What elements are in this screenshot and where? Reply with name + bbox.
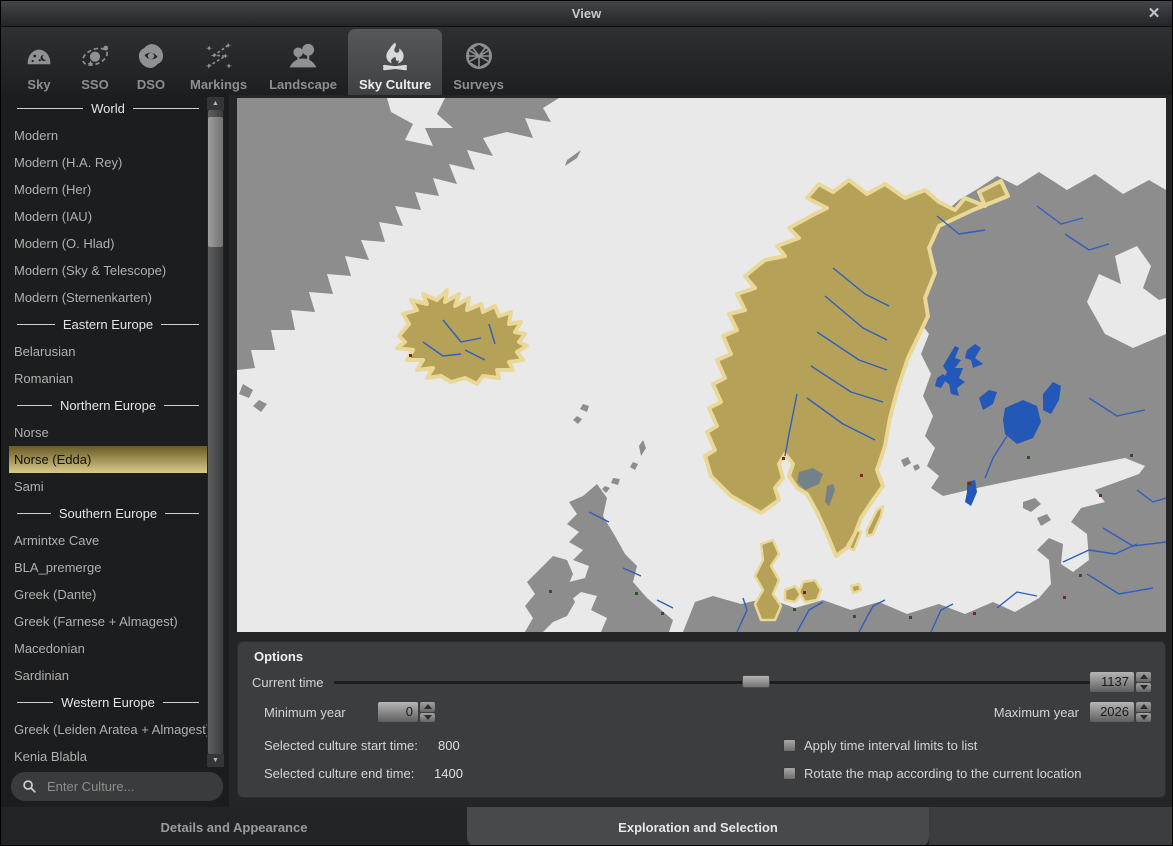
sso-icon	[78, 36, 112, 76]
bottom-tab-label: Exploration and Selection	[618, 820, 778, 835]
current-time-spinbox: 1137	[1090, 672, 1151, 692]
culture-search[interactable]	[11, 772, 223, 801]
apply-time-interval-checkbox[interactable]	[783, 739, 796, 752]
culture-list-item[interactable]: Modern (IAU)	[9, 203, 207, 230]
tab-label: SSO	[81, 77, 108, 92]
scrollbar-thumb[interactable]	[208, 117, 223, 247]
culture-list-item[interactable]: Modern (Sky & Telescope)	[9, 257, 207, 284]
culture-list-item[interactable]: Modern (H.A. Rey)	[9, 149, 207, 176]
tab-markings[interactable]: Markings	[179, 29, 258, 95]
culture-list-item[interactable]: Greek (Leiden Aratea + Almagest)	[9, 716, 207, 743]
options-title: Options	[254, 649, 303, 664]
rotate-map-checkbox[interactable]	[783, 767, 796, 780]
tab-sso[interactable]: SSO	[67, 29, 123, 95]
sky-culture-icon	[378, 36, 412, 76]
maximum-year-spinbox: 2026	[1090, 702, 1151, 722]
end-time-value: 1400	[434, 766, 463, 781]
minimum-year-spinbox: 0	[378, 702, 435, 722]
tab-label: DSO	[137, 77, 165, 92]
surveys-icon	[462, 36, 496, 76]
culture-list-item[interactable]: Greek (Dante)	[9, 581, 207, 608]
culture-section-header: World	[9, 95, 207, 122]
culture-list-item[interactable]: Belarusian	[9, 338, 207, 365]
current-time-slider[interactable]	[334, 674, 1090, 690]
minimum-year-label: Minimum year	[264, 705, 346, 720]
tab-exploration-and-selection[interactable]: Exploration and Selection	[467, 807, 929, 846]
maximum-year-value[interactable]: 2026	[1090, 702, 1134, 722]
options-panel: Options Current time 1137 Minimum year 0	[237, 641, 1166, 798]
culture-list-item[interactable]: Romanian	[9, 365, 207, 392]
current-time-value[interactable]: 1137	[1090, 672, 1134, 692]
culture-list-item[interactable]: Norse (Edda)	[9, 446, 207, 473]
culture-map[interactable]	[237, 98, 1166, 632]
search-icon	[21, 778, 38, 795]
current-time-label: Current time	[252, 675, 324, 690]
culture-list-item[interactable]: Sardinian	[9, 662, 207, 689]
scroll-up-icon[interactable]: ▲	[207, 97, 224, 110]
content-area: Options Current time 1137 Minimum year 0	[229, 95, 1172, 845]
dso-icon	[134, 36, 168, 76]
culture-sidebar: WorldModernModern (H.A. Rey)Modern (Her)…	[1, 95, 229, 845]
culture-list-item[interactable]: Sami	[9, 473, 207, 500]
spin-down-button[interactable]	[1136, 713, 1151, 723]
culture-section-header: Northern Europe	[9, 392, 207, 419]
culture-list-item[interactable]: Greek (Farnese + Almagest)	[9, 608, 207, 635]
culture-list-item[interactable]: Modern (O. Hlad)	[9, 230, 207, 257]
end-time-label: Selected culture end time:	[264, 766, 414, 781]
title-bar[interactable]: View ✕	[1, 1, 1172, 27]
spin-down-button[interactable]	[420, 713, 435, 723]
close-icon[interactable]: ✕	[1144, 4, 1164, 24]
culture-list: WorldModernModern (H.A. Rey)Modern (Her)…	[9, 95, 207, 770]
culture-section-header: Southern Europe	[9, 500, 207, 527]
minimum-year-value[interactable]: 0	[378, 702, 418, 722]
culture-list-item[interactable]: Modern (Her)	[9, 176, 207, 203]
culture-list-item[interactable]: Norse	[9, 419, 207, 446]
start-time-value: 800	[438, 738, 460, 753]
spin-down-button[interactable]	[1136, 683, 1151, 693]
tab-bar: Sky SSO DSO	[1, 27, 1172, 95]
tab-label: Surveys	[453, 77, 504, 92]
spin-up-button[interactable]	[1136, 672, 1151, 682]
tab-dso[interactable]: DSO	[123, 29, 179, 95]
start-time-label: Selected culture start time:	[264, 738, 418, 753]
apply-time-interval-label: Apply time interval limits to list	[804, 738, 977, 753]
culture-section-header: Western Europe	[9, 689, 207, 716]
window-title: View	[572, 6, 601, 21]
scroll-down-icon[interactable]: ▼	[207, 754, 224, 767]
bottom-tab-bar: Details and Appearance Exploration and S…	[1, 807, 1173, 846]
spin-up-button[interactable]	[1136, 702, 1151, 712]
culture-list-item[interactable]: Armintxe Cave	[9, 527, 207, 554]
search-input[interactable]	[47, 779, 223, 794]
spin-up-button[interactable]	[420, 702, 435, 712]
tab-details-and-appearance[interactable]: Details and Appearance	[1, 807, 467, 846]
culture-list-item[interactable]: BLA_premerge	[9, 554, 207, 581]
maximum-year-label: Maximum year	[994, 705, 1079, 720]
tab-landscape[interactable]: Landscape	[258, 29, 348, 95]
tab-label: Landscape	[269, 77, 337, 92]
culture-list-item[interactable]: Kenia Blabla	[9, 743, 207, 770]
culture-list-scrollbar[interactable]: ▲ ▼	[207, 97, 224, 767]
tab-sky[interactable]: Sky	[11, 29, 67, 95]
tab-surveys[interactable]: Surveys	[442, 29, 515, 95]
slider-groove[interactable]	[334, 681, 1090, 684]
landscape-icon	[286, 36, 320, 76]
bottom-bar-filler	[929, 807, 1173, 846]
culture-list-item[interactable]: Modern	[9, 122, 207, 149]
markings-icon	[202, 36, 236, 76]
tab-sky-culture[interactable]: Sky Culture	[348, 29, 442, 95]
tab-label: Sky	[27, 77, 50, 92]
tab-label: Sky Culture	[359, 77, 431, 92]
view-dialog: View ✕ Sky SSO	[0, 0, 1173, 846]
rotate-map-label: Rotate the map according to the current …	[804, 766, 1082, 781]
slider-handle[interactable]	[742, 675, 770, 688]
sky-icon	[22, 36, 56, 76]
map-svg	[237, 98, 1166, 632]
bottom-tab-label: Details and Appearance	[161, 820, 308, 835]
culture-section-header: Eastern Europe	[9, 311, 207, 338]
tab-label: Markings	[190, 77, 247, 92]
culture-list-item[interactable]: Macedonian	[9, 635, 207, 662]
culture-list-item[interactable]: Modern (Sternenkarten)	[9, 284, 207, 311]
scrollbar-track[interactable]	[208, 110, 223, 754]
